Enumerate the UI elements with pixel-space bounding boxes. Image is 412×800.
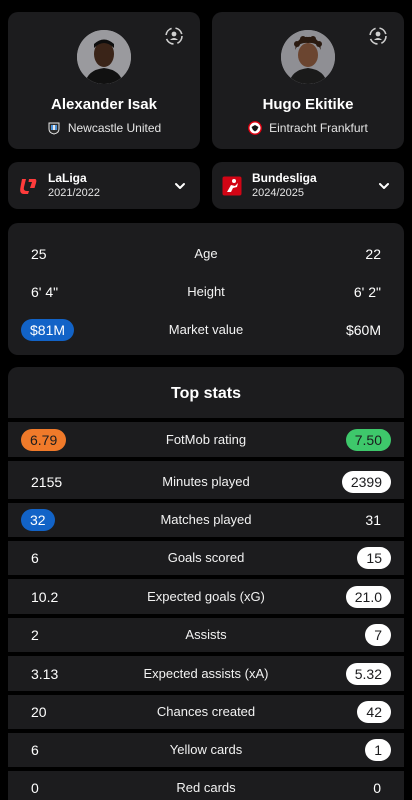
stat-label: Height — [187, 284, 225, 299]
stat-row-goals-scored[interactable]: Goals scored 6 15 — [8, 541, 404, 575]
league-selector-right[interactable]: Bundesliga 2024/2025 — [212, 162, 404, 209]
player-club-name-right: Eintracht Frankfurt — [269, 121, 368, 135]
stat-value-right: $60M — [345, 322, 381, 338]
stat-row-red-cards[interactable]: Red cards 0 0 — [8, 771, 404, 800]
swap-player-icon[interactable] — [164, 25, 184, 47]
stat-value-left: 6 — [31, 550, 39, 566]
player-avatar-left — [77, 30, 131, 84]
player-card-right[interactable]: Hugo Ekitike Eintracht Frankfurt — [212, 12, 404, 149]
player-club-name-left: Newcastle United — [67, 121, 162, 135]
rating-badge-right: 7.50 — [345, 429, 391, 451]
stat-row-matches-played[interactable]: Matches played 32 31 — [8, 503, 404, 537]
stat-label: Yellow cards — [169, 742, 243, 757]
stat-row-fotmob-rating[interactable]: FotMob rating 6.79 7.50 — [8, 423, 404, 457]
player-name-right: Hugo Ekitike — [262, 96, 354, 113]
divider — [8, 418, 404, 422]
player-avatar-right — [281, 30, 335, 84]
divider — [8, 575, 404, 579]
chevron-down-icon[interactable] — [378, 180, 390, 192]
stat-value-left: 10.2 — [31, 589, 59, 605]
stat-value-right: 42 — [357, 701, 391, 723]
stat-value-left: 20 — [31, 704, 47, 720]
top-stats-title: Top stats — [171, 385, 241, 402]
player-name-left: Alexander Isak — [51, 96, 157, 113]
player-club-left: Newcastle United — [8, 121, 200, 135]
newcastle-crest-icon — [48, 122, 60, 135]
stat-row-assists[interactable]: Assists 2 7 — [8, 618, 404, 652]
stat-value-right: 5.32 — [345, 663, 391, 685]
stat-value-left: 2155 — [31, 474, 63, 490]
league-name-left: LaLiga — [48, 171, 87, 185]
stat-label: Red cards — [176, 780, 236, 795]
stat-value-left: 6' 4" — [31, 284, 59, 300]
bio-row-height: Height 6' 4" 6' 2" — [8, 275, 404, 309]
laliga-logo-icon — [20, 178, 37, 194]
stat-value-right: 15 — [357, 547, 391, 569]
stat-value-left: $81M — [21, 319, 75, 341]
league-season-right: 2024/2025 — [252, 187, 304, 199]
stat-value-right: 21.0 — [345, 586, 391, 608]
stat-row-minutes-played[interactable]: Minutes played 2155 2399 — [8, 465, 404, 499]
bio-row-age: Age 25 22 — [8, 237, 404, 271]
player-card-left[interactable]: Alexander Isak Newcastle United — [8, 12, 200, 149]
eintracht-crest-icon — [248, 121, 263, 135]
stat-value-right: 2399 — [341, 471, 391, 493]
stat-value-right: 31 — [365, 512, 381, 528]
stat-row-yellow-cards[interactable]: Yellow cards 6 1 — [8, 733, 404, 767]
stat-label: FotMob rating — [165, 432, 247, 447]
bio-row-market-value: Market value $81M $60M — [8, 313, 404, 347]
stat-value-right: 1 — [365, 739, 391, 761]
stat-label: Chances created — [156, 704, 256, 719]
stat-row-expected-goals[interactable]: Expected goals (xG) 10.2 21.0 — [8, 580, 404, 614]
stat-value-left: 6 — [31, 742, 39, 758]
rating-badge-left: 6.79 — [21, 429, 67, 451]
stat-label: Assists — [185, 627, 227, 642]
stat-value-right: 22 — [365, 246, 381, 262]
divider — [8, 652, 404, 656]
bundesliga-logo-icon — [222, 176, 242, 195]
stat-value-left: 32 — [21, 509, 55, 531]
player-club-right: Eintracht Frankfurt — [212, 121, 404, 135]
stat-row-chances-created[interactable]: Chances created 20 42 — [8, 695, 404, 729]
stat-label: Expected goals (xG) — [147, 589, 265, 604]
stat-label: Matches played — [160, 512, 252, 527]
stat-value-right: 0 — [373, 780, 381, 796]
stat-value-left: 3.13 — [31, 666, 59, 682]
league-name-right: Bundesliga — [252, 171, 317, 185]
stat-value-left: 0 — [31, 780, 39, 796]
chevron-down-icon[interactable] — [174, 180, 186, 192]
stat-label: Goals scored — [167, 550, 245, 565]
stat-label: Age — [194, 246, 218, 261]
stat-value-left: 25 — [31, 246, 47, 262]
league-selector-left[interactable]: LaLiga 2021/2022 — [8, 162, 200, 209]
stat-row-expected-assists[interactable]: Expected assists (xA) 3.13 5.32 — [8, 657, 404, 691]
stat-value-right: 7 — [365, 624, 391, 646]
stat-label: Expected assists (xA) — [143, 666, 269, 681]
swap-player-icon[interactable] — [368, 25, 388, 47]
divider — [8, 457, 404, 461]
stat-value-right: 6' 2" — [353, 284, 381, 300]
league-season-left: 2021/2022 — [48, 187, 100, 199]
stat-value-left: 2 — [31, 627, 39, 643]
